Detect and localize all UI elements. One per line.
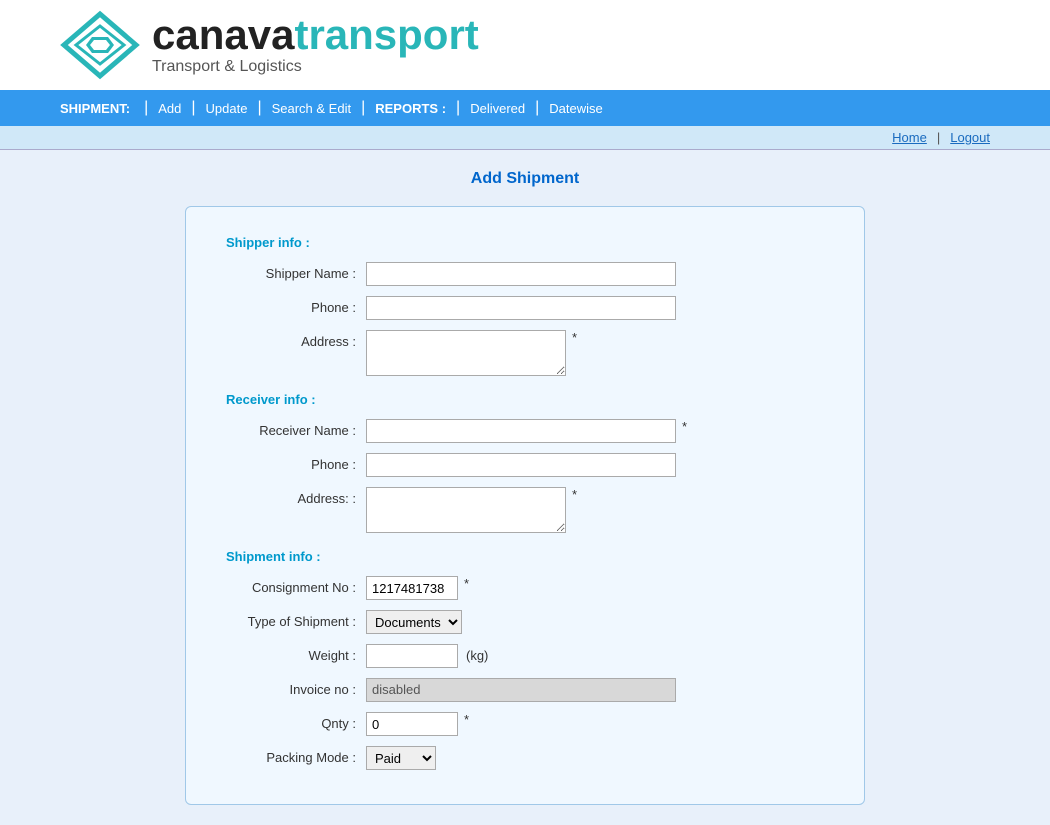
shipper-phone-input[interactable] <box>366 296 676 320</box>
invoice-disabled-field: disabled <box>366 678 676 702</box>
qty-label: Qnty : <box>226 712 366 731</box>
nav-add[interactable]: Add <box>154 101 185 116</box>
shipper-section-title: Shipper info : <box>226 235 824 250</box>
logo-icon <box>60 10 140 80</box>
receiver-name-label: Receiver Name : <box>226 419 366 438</box>
shipper-name-row: Shipper Name : <box>226 262 824 286</box>
weight-label: Weight : <box>226 644 366 663</box>
nav-search-edit[interactable]: Search & Edit <box>268 101 356 116</box>
logo-container: canavatransport Transport & Logistics <box>60 10 479 80</box>
weight-row: Weight : (kg) <box>226 644 824 668</box>
consignment-label: Consignment No : <box>226 576 366 595</box>
shipper-address-row: Address : * <box>226 330 824 376</box>
receiver-address-row: Address: : * <box>226 487 824 533</box>
shipper-name-label: Shipper Name : <box>226 262 366 281</box>
nav-delivered[interactable]: Delivered <box>466 101 529 116</box>
packing-row: Packing Mode : Paid To Pay <box>226 746 824 770</box>
qty-row: Qnty : * <box>226 712 824 736</box>
receiver-name-row: Receiver Name : * <box>226 419 824 443</box>
shipper-name-input[interactable] <box>366 262 676 286</box>
packing-select[interactable]: Paid To Pay <box>366 746 436 770</box>
nav-update[interactable]: Update <box>202 101 252 116</box>
shipment-section-title: Shipment info : <box>226 549 824 564</box>
type-select[interactable]: Documents Parcel Cargo <box>366 610 462 634</box>
consignment-row: Consignment No : * <box>226 576 824 600</box>
receiver-address-input[interactable] <box>366 487 566 533</box>
invoice-row: Invoice no : disabled <box>226 678 824 702</box>
type-label: Type of Shipment : <box>226 610 366 629</box>
packing-label: Packing Mode : <box>226 746 366 765</box>
form-panel: Shipper info : Shipper Name : Phone : Ad… <box>185 206 865 805</box>
nav-reports[interactable]: REPORTS : <box>371 101 450 116</box>
header: canavatransport Transport & Logistics <box>0 0 1050 90</box>
receiver-address-label: Address: : <box>226 487 366 506</box>
home-link[interactable]: Home <box>892 130 927 145</box>
receiver-name-input[interactable] <box>366 419 676 443</box>
receiver-phone-label: Phone : <box>226 453 366 472</box>
receiver-phone-input[interactable] <box>366 453 676 477</box>
receiver-section-title: Receiver info : <box>226 392 824 407</box>
nav-datewise[interactable]: Datewise <box>545 101 606 116</box>
page-title: Add Shipment <box>60 170 990 188</box>
logo-text: canavatransport Transport & Logistics <box>152 14 479 76</box>
navbar: SHIPMENT: | Add | Update | Search & Edit… <box>0 90 1050 126</box>
subnav: Home | Logout <box>0 126 1050 150</box>
receiver-phone-row: Phone : <box>226 453 824 477</box>
shipment-label: SHIPMENT: <box>60 101 130 116</box>
logo-subtitle: Transport & Logistics <box>152 58 479 76</box>
invoice-label: Invoice no : <box>226 678 366 697</box>
logo-name-teal: transport <box>294 11 478 58</box>
type-row: Type of Shipment : Documents Parcel Carg… <box>226 610 824 634</box>
shipper-address-input[interactable] <box>366 330 566 376</box>
consignment-input[interactable] <box>366 576 458 600</box>
qty-input[interactable] <box>366 712 458 736</box>
weight-unit: (kg) <box>466 644 488 663</box>
logo-name-black: canava <box>152 11 294 58</box>
shipper-phone-label: Phone : <box>226 296 366 315</box>
shipper-phone-row: Phone : <box>226 296 824 320</box>
logout-link[interactable]: Logout <box>950 130 990 145</box>
weight-input[interactable] <box>366 644 458 668</box>
content: Add Shipment Shipper info : Shipper Name… <box>0 150 1050 825</box>
shipper-address-label: Address : <box>226 330 366 349</box>
